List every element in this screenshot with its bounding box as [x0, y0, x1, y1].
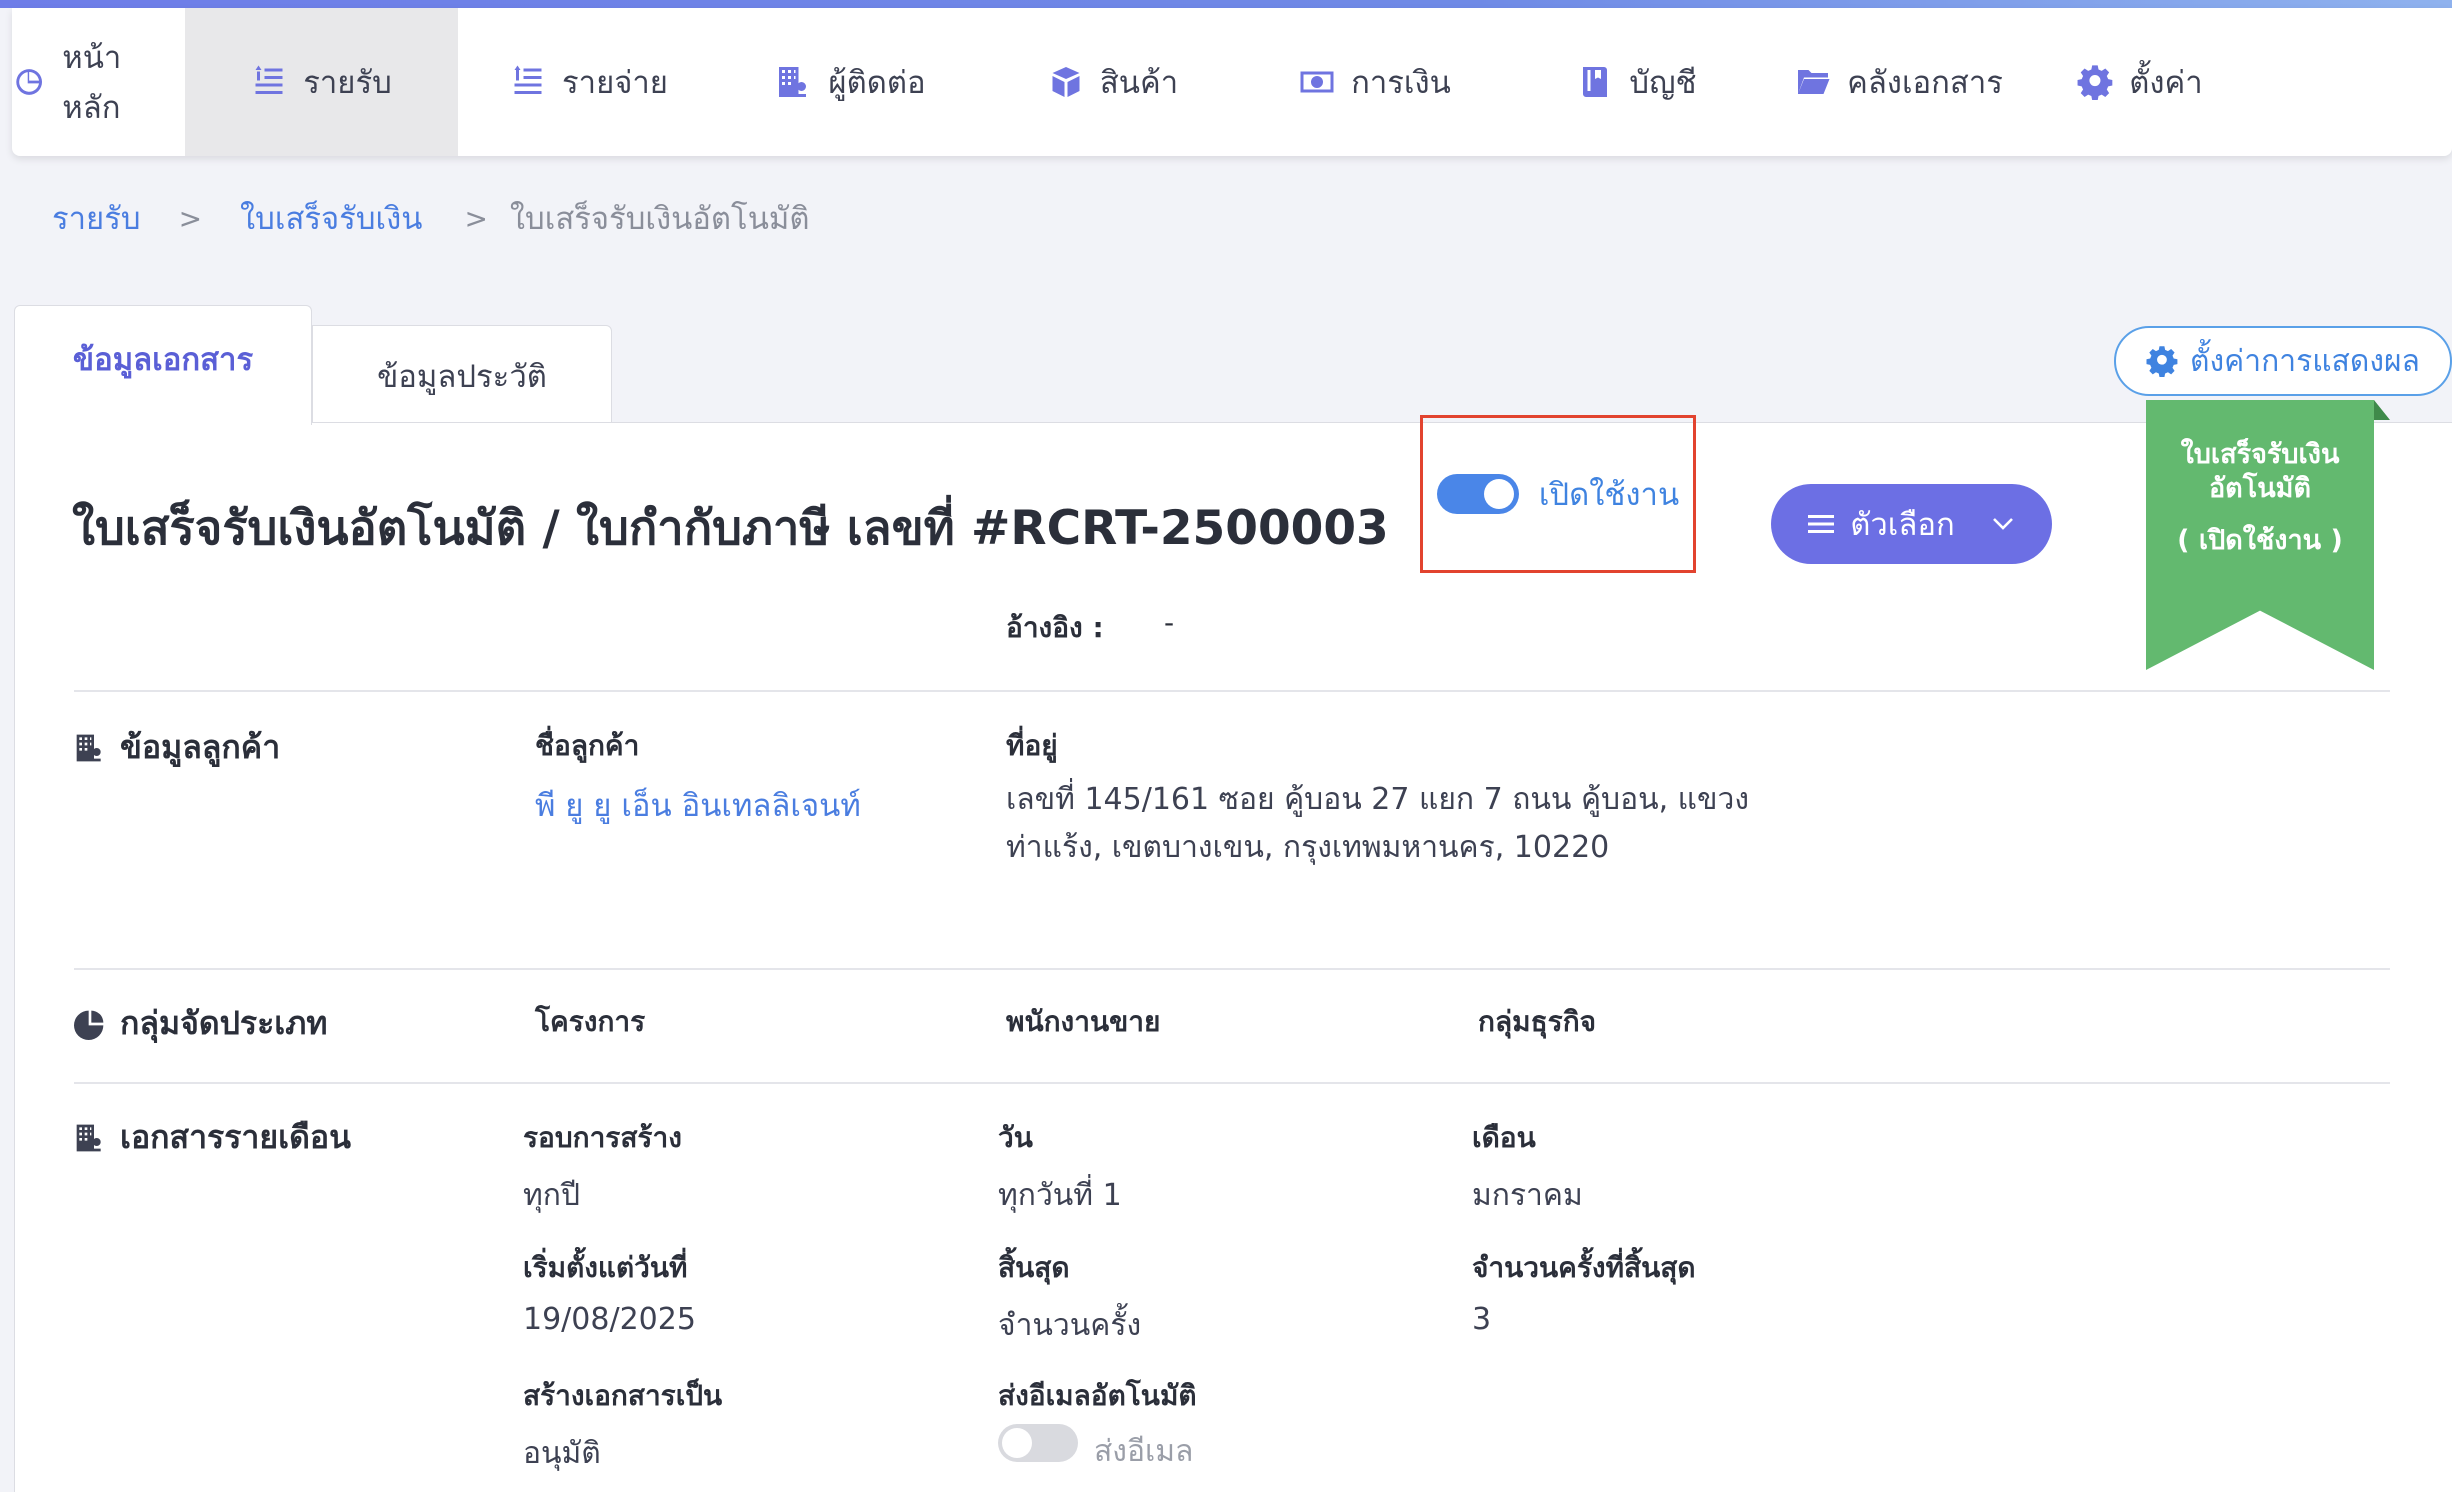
menu-icon	[1808, 515, 1835, 533]
customer-section-title: ข้อมูลลูกค้า	[74, 722, 280, 773]
auto-email-toggle[interactable]	[998, 1424, 1078, 1462]
classification-section-title: กลุ่มจัดประเภท	[74, 998, 327, 1049]
end-count-value: 3	[1472, 1302, 1492, 1337]
month-value: มกราคม	[1472, 1178, 1583, 1213]
end-value: จำนวนครั้ง	[998, 1308, 1142, 1343]
nav-label-contacts: ผู้ติดต่อ	[828, 65, 926, 101]
top-accent-bar	[0, 0, 2452, 8]
nav-item-documents[interactable]: คลังเอกสาร	[1768, 8, 2030, 156]
pie-chart-icon	[74, 1010, 104, 1040]
nav-label-products: สินค้า	[1099, 65, 1179, 101]
month-label: เดือน	[1472, 1121, 1536, 1154]
document-card	[14, 422, 2452, 1492]
salesperson-label: พนักงานขาย	[1006, 1005, 1161, 1038]
breadcrumb-separator: >	[464, 201, 488, 235]
nav-label-income: รายรับ	[303, 65, 392, 101]
create-as-label: สร้างเอกสารเป็น	[523, 1379, 723, 1412]
customer-name-label: ชื่อลูกค้า	[535, 729, 640, 762]
income-icon	[255, 65, 283, 94]
breadcrumb-current: ใบเสร็จรับเงินอัตโนมัติ	[509, 201, 810, 237]
display-settings-label: ตั้งค่าการแสดงผล	[2190, 343, 2420, 379]
divider	[74, 1082, 2390, 1084]
status-toggle-group: เปิดใช้งาน	[1420, 415, 1696, 573]
nav-label-settings: ตั้งค่า	[2129, 65, 2203, 101]
contacts-icon	[779, 67, 807, 97]
project-label: โครงการ	[535, 1005, 646, 1038]
nav-item-accounting[interactable]: บัญชี	[1506, 8, 1768, 156]
reference-value: -	[1164, 606, 1175, 639]
nav-label-dashboard: หน้าหลัก	[62, 40, 122, 126]
day-label: วัน	[998, 1121, 1033, 1154]
send-email-label: ส่งอีเมล	[1094, 1434, 1194, 1469]
ribbon-status: ( เปิดใช้งาน )	[2177, 525, 2343, 556]
nav-label-documents: คลังเอกสาร	[1847, 65, 2003, 101]
business-group-label: กลุ่มธุรกิจ	[1478, 1005, 1597, 1038]
gear-icon	[2146, 346, 2178, 377]
building-icon	[76, 734, 101, 761]
day-value: ทุกวันที่ 1	[998, 1178, 1122, 1213]
display-settings-button[interactable]: ตั้งค่าการแสดงผล	[2114, 326, 2452, 396]
status-toggle[interactable]	[1436, 474, 1519, 514]
end-count-label: จำนวนครั้งที่สิ้นสุด	[1472, 1251, 1696, 1284]
book-icon	[1583, 67, 1608, 97]
ribbon-line2: อัตโนมัติ	[2208, 473, 2312, 504]
nav-label-expense: รายจ่าย	[562, 65, 668, 101]
divider	[74, 968, 2390, 970]
gear-icon	[2077, 65, 2113, 100]
box-icon	[1052, 67, 1080, 97]
money-icon	[1300, 71, 1334, 93]
tab-history-info[interactable]: ข้อมูลประวัติ	[312, 325, 612, 423]
options-label: ตัวเลือก	[1850, 507, 1955, 543]
classification-section-label: กลุ่มจัดประเภท	[120, 1004, 328, 1042]
chevron-down-icon	[1992, 518, 2013, 530]
dashboard-icon	[16, 69, 43, 95]
customer-name-link[interactable]: พี ยู ยู เอ็น อินเทลลิเจนท์	[535, 780, 861, 830]
address-label: ที่อยู่	[1006, 729, 1058, 762]
nav-item-products[interactable]: สินค้า	[982, 8, 1244, 156]
divider	[74, 690, 2390, 692]
tab-document-info[interactable]: ข้อมูลเอกสาร	[14, 305, 312, 425]
nav-item-expense[interactable]: รายจ่าย	[458, 8, 720, 156]
breadcrumb-separator: >	[178, 201, 203, 235]
customer-section-label: ข้อมูลลูกค้า	[120, 728, 281, 766]
page-title: ใบเสร็จรับเงินอัตโนมัติ / ใบกำกับภาษี เล…	[72, 501, 1389, 556]
nav-item-dashboard[interactable]: หน้าหลัก	[12, 8, 174, 156]
options-button[interactable]: ตัวเลือก	[1771, 484, 2052, 564]
monthly-section-title: เอกสารรายเดือน	[74, 1112, 351, 1163]
cycle-label: รอบการสร้าง	[523, 1121, 682, 1154]
breadcrumb-receipts[interactable]: ใบเสร็จรับเงิน	[240, 193, 422, 243]
nav-item-income[interactable]: รายรับ	[185, 8, 458, 156]
breadcrumb: รายรับ > ใบเสร็จรับเงิน > ใบเสร็จรับเงิน…	[52, 196, 809, 240]
nav-item-finance[interactable]: การเงิน	[1244, 8, 1506, 156]
start-date-value: 19/08/2025	[523, 1302, 696, 1337]
expense-icon	[514, 65, 542, 94]
nav-label-accounting: บัญชี	[1629, 65, 1697, 101]
building-icon	[76, 1124, 101, 1151]
status-label: เปิดใช้งาน	[1538, 477, 1680, 513]
main-nav: หน้าหลัก รายรับ รายจ่าย ผู้ติดต่อ สินค้า…	[12, 8, 2452, 156]
nav-item-settings[interactable]: ตั้งค่า	[2030, 8, 2250, 156]
cycle-value: ทุกปี	[523, 1178, 580, 1213]
breadcrumb-income[interactable]: รายรับ	[52, 193, 141, 243]
folder-icon	[1798, 70, 1830, 94]
start-date-label: เริ่มตั้งแต่วันที่	[523, 1251, 688, 1284]
monthly-section-label: เอกสารรายเดือน	[120, 1118, 351, 1156]
create-as-value: อนุมัติ	[523, 1436, 601, 1471]
nav-label-finance: การเงิน	[1351, 65, 1451, 101]
nav-item-contacts[interactable]: ผู้ติดต่อ	[720, 8, 982, 156]
ribbon-fold	[2374, 400, 2390, 420]
end-label: สิ้นสุด	[998, 1251, 1070, 1284]
ribbon-line1: ใบเสร็จรับเงิน	[2180, 439, 2340, 470]
address-value: เลขที่ 145/161 ซอย คู้บอน 27 แยก 7 ถนน ค…	[1006, 782, 1749, 865]
reference-label: อ้างอิง :	[1006, 611, 1104, 644]
auto-email-label: ส่งอีเมลอัตโนมัติ	[998, 1379, 1197, 1412]
